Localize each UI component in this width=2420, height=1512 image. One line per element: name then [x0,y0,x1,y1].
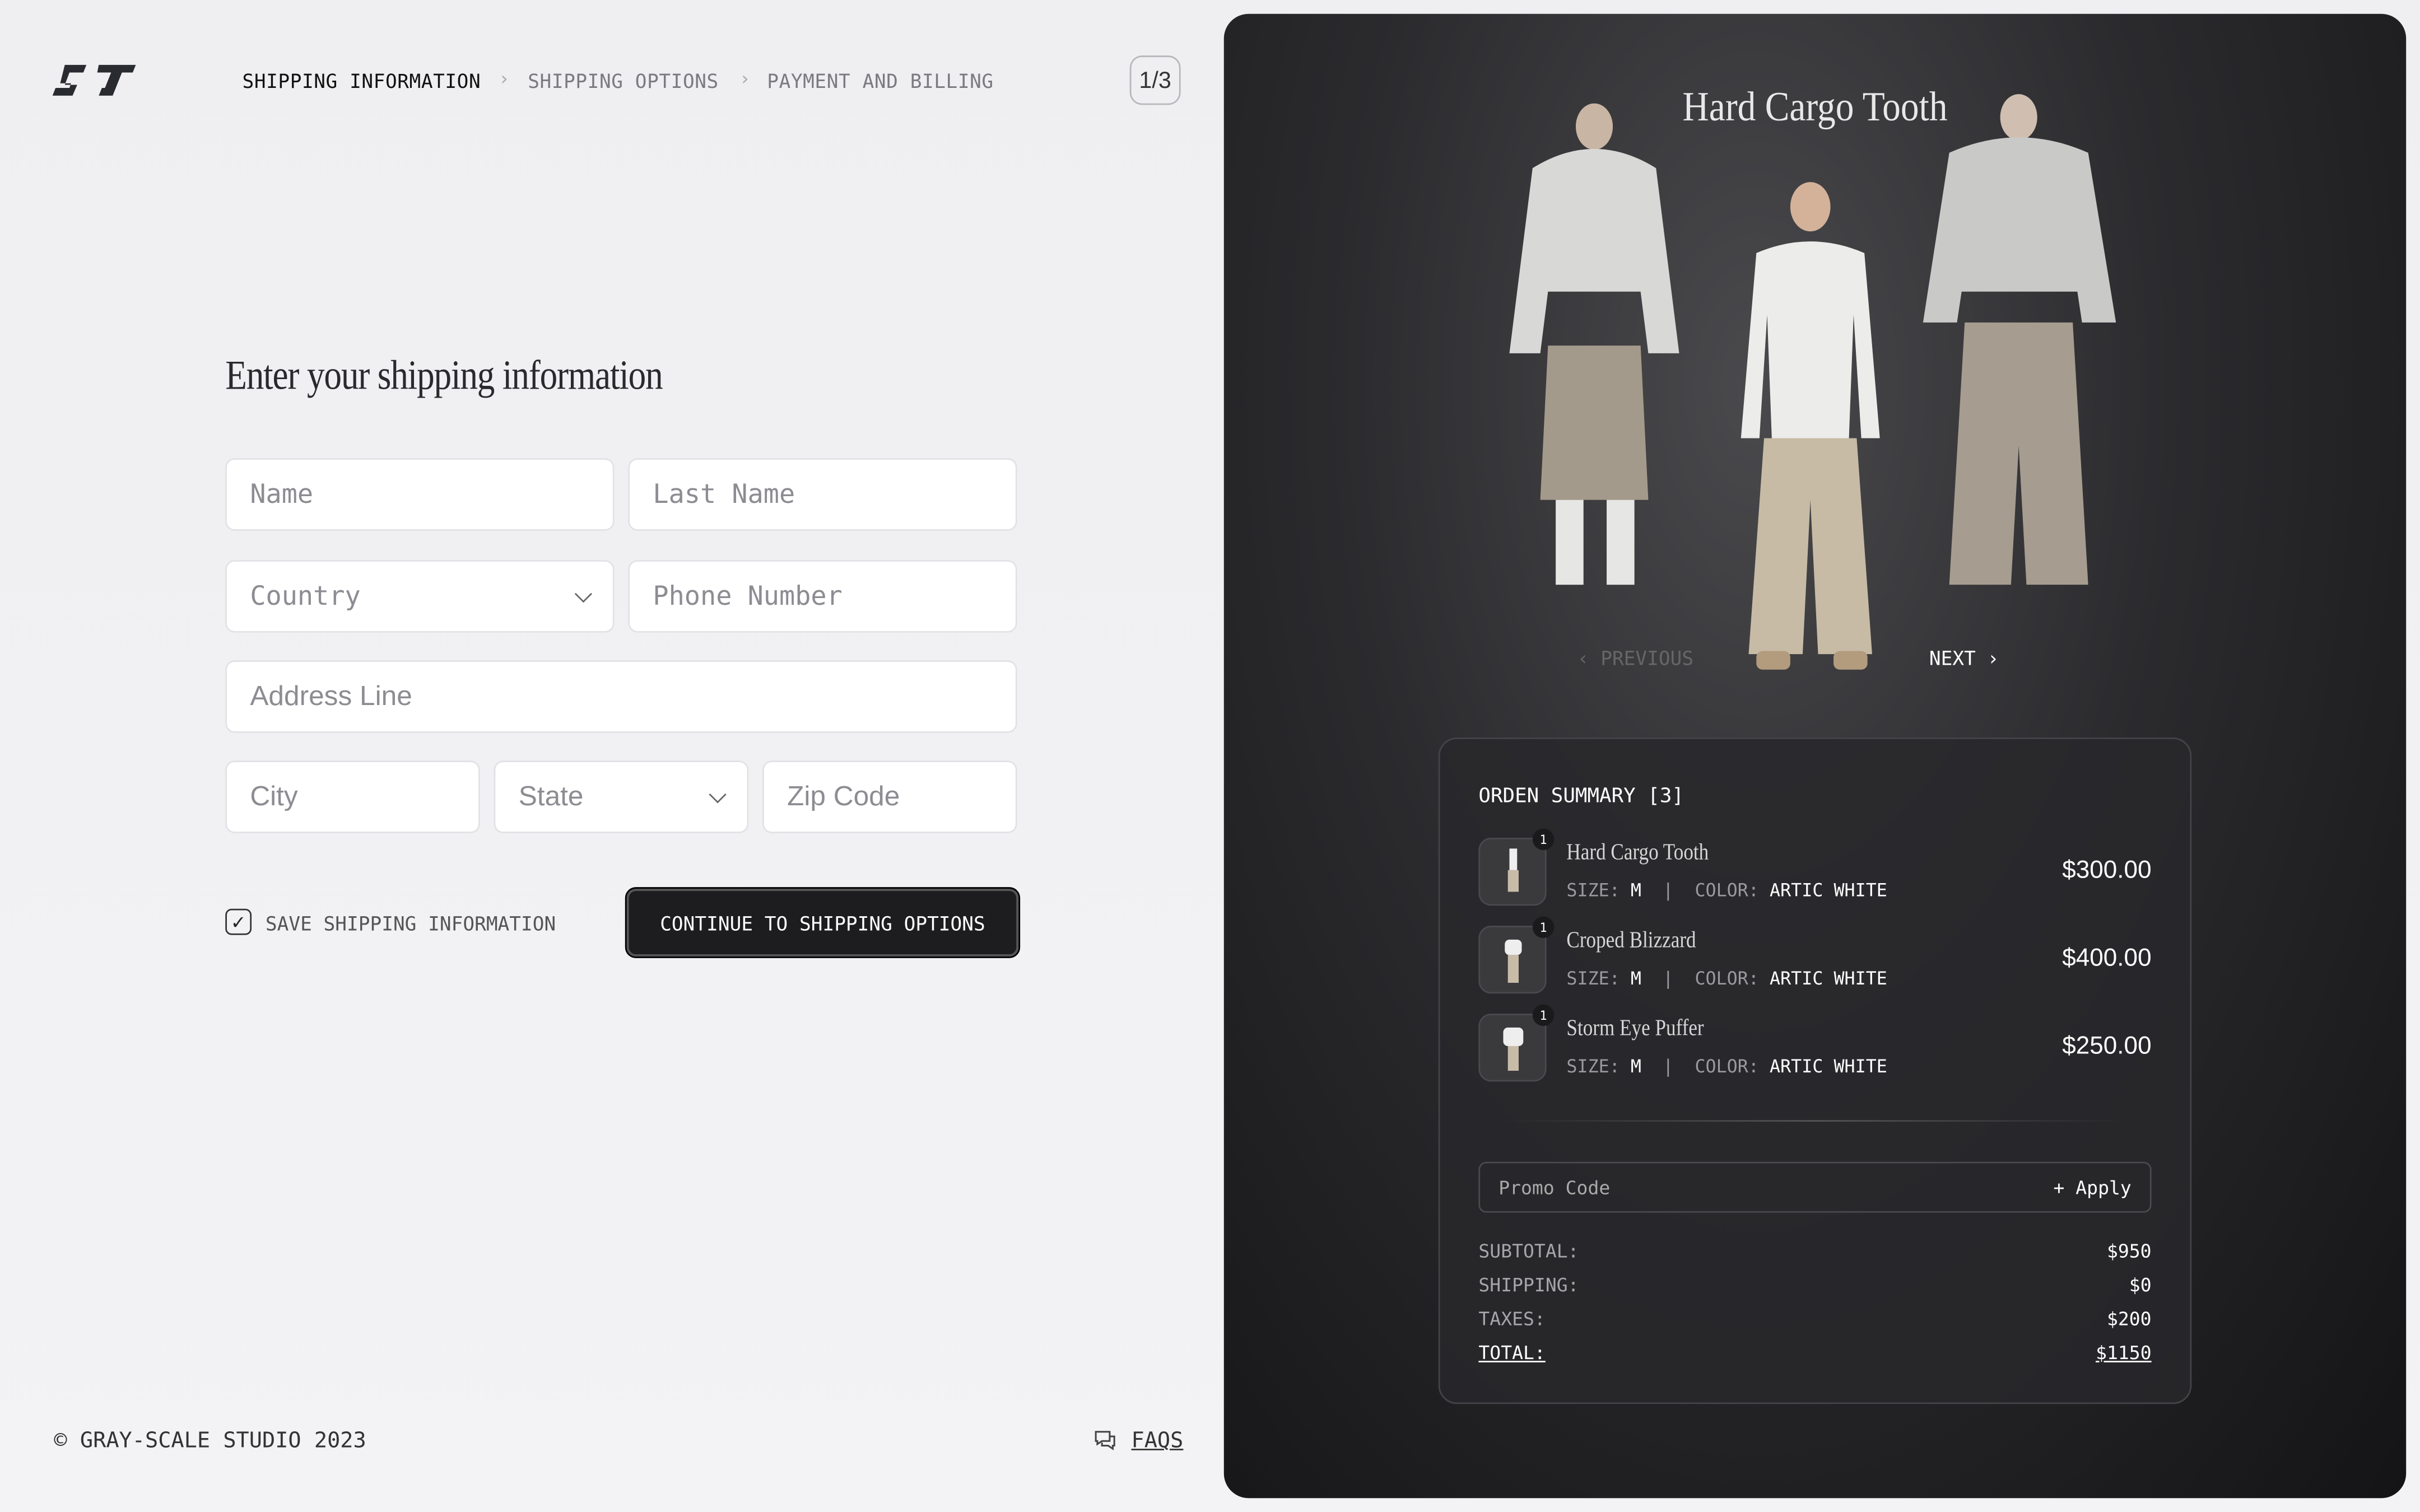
save-shipping-label[interactable]: SAVE SHIPPING INFORMATION [266,912,556,935]
phone-field[interactable]: Phone Number [628,560,1017,633]
breadcrumb-shipping-information[interactable]: SHIPPING INFORMATION [243,69,481,92]
item-name: Hard Cargo Tooth [1566,841,1709,866]
state-placeholder: State [518,781,584,812]
item-price: $400.00 [2062,945,2152,972]
item-price: $250.00 [2062,1033,2152,1060]
previous-button[interactable]: ‹ PREVIOUS [1577,646,1693,669]
taxes-row: TAXES: $200 [1478,1308,2152,1330]
chevron-down-icon [574,584,593,602]
chevron-right-icon: › [498,68,510,90]
order-summary-title: ORDEN SUMMARY [3] [1478,785,1684,809]
chevron-left-icon: ‹ [1577,646,1601,670]
quantity-badge: 1 [1532,916,1555,939]
quantity-badge: 1 [1532,828,1555,851]
faqs-link[interactable]: FAQS [1131,1429,1183,1453]
phone-placeholder: Phone Number [653,581,843,612]
country-placeholder: Country [250,581,361,612]
copyright: © GRAY-SCALE STUDIO 2023 [54,1429,366,1454]
city-field[interactable]: City [225,760,480,833]
check-icon: ✓ [230,911,246,933]
save-shipping-checkbox[interactable]: ✓ [225,908,252,935]
order-panel: Hard Cargo Tooth ‹ PREVIOUS NEXT › ORDEN… [1223,13,2407,1499]
city-placeholder: City [250,781,298,812]
name-placeholder: Name [250,479,314,510]
state-select[interactable]: State [494,760,749,833]
item-meta: SIZE: M | COLOR: ARTIC WHITE [1566,879,1887,901]
order-item[interactable]: 1 Croped Blizzard SIZE: M | COLOR: ARTIC… [1478,916,2152,997]
apply-button[interactable]: + Apply [2053,1177,2131,1198]
item-name: Croped Blizzard [1566,928,1696,954]
order-summary-card: ORDEN SUMMARY [3] 1 Hard Cargo Tooth SIZ… [1438,737,2192,1404]
item-thumbnail [1478,1014,1547,1082]
last-name-field[interactable]: Last Name [628,458,1017,531]
model-right [1923,94,2116,585]
next-label: NEXT [1929,646,1976,670]
address-placeholder: Address Line [250,680,412,712]
subtotal-row: SUBTOTAL: $950 [1478,1240,2152,1262]
item-thumbnail [1478,838,1547,906]
name-field[interactable]: Name [225,458,615,531]
item-name: Storm Eye Puffer [1566,1016,1704,1042]
previous-label: PREVIOUS [1600,646,1694,670]
breadcrumb-payment-billing[interactable]: PAYMENT AND BILLING [767,69,993,92]
shipping-row: SHIPPING: $0 [1478,1274,2152,1296]
step-indicator: 1/3 [1129,55,1181,105]
page-title: Enter your shipping information [225,352,663,398]
chevron-right-icon: › [1987,646,1999,670]
item-meta: SIZE: M | COLOR: ARTIC WHITE [1566,1055,1887,1077]
promo-placeholder: Promo Code [1498,1176,1611,1198]
order-item[interactable]: 1 Hard Cargo Tooth SIZE: M | COLOR: ARTI… [1478,828,2152,909]
chat-bubble-icon [1095,1431,1115,1450]
brand-logo[interactable] [52,64,136,96]
zip-field[interactable]: Zip Code [762,760,1017,833]
next-button[interactable]: NEXT › [1929,646,1999,669]
item-meta: SIZE: M | COLOR: ARTIC WHITE [1566,967,1887,990]
chevron-down-icon [709,785,727,803]
promo-code-input[interactable]: Promo Code + Apply [1478,1161,2152,1213]
item-thumbnail [1478,926,1547,994]
item-price: $300.00 [2062,857,2152,884]
continue-button[interactable]: CONTINUE TO SHIPPING OPTIONS [625,887,1021,958]
zip-placeholder: Zip Code [787,781,900,812]
last-name-placeholder: Last Name [653,479,795,510]
product-models-image [1509,94,2116,670]
order-item[interactable]: 1 Storm Eye Puffer SIZE: M | COLOR: ARTI… [1478,1004,2152,1085]
checkout-page: SHIPPING INFORMATION › SHIPPING OPTIONS … [0,0,2420,1512]
breadcrumb-shipping-options[interactable]: SHIPPING OPTIONS [528,69,719,92]
model-left [1509,103,1679,585]
divider [1501,1120,2129,1122]
country-select[interactable]: Country [225,560,615,633]
quantity-badge: 1 [1532,1004,1555,1026]
chevron-right-icon: › [739,68,751,90]
address-field[interactable]: Address Line [225,660,1017,733]
total-row: TOTAL: $1150 [1478,1342,2152,1364]
model-center [1740,182,1880,670]
